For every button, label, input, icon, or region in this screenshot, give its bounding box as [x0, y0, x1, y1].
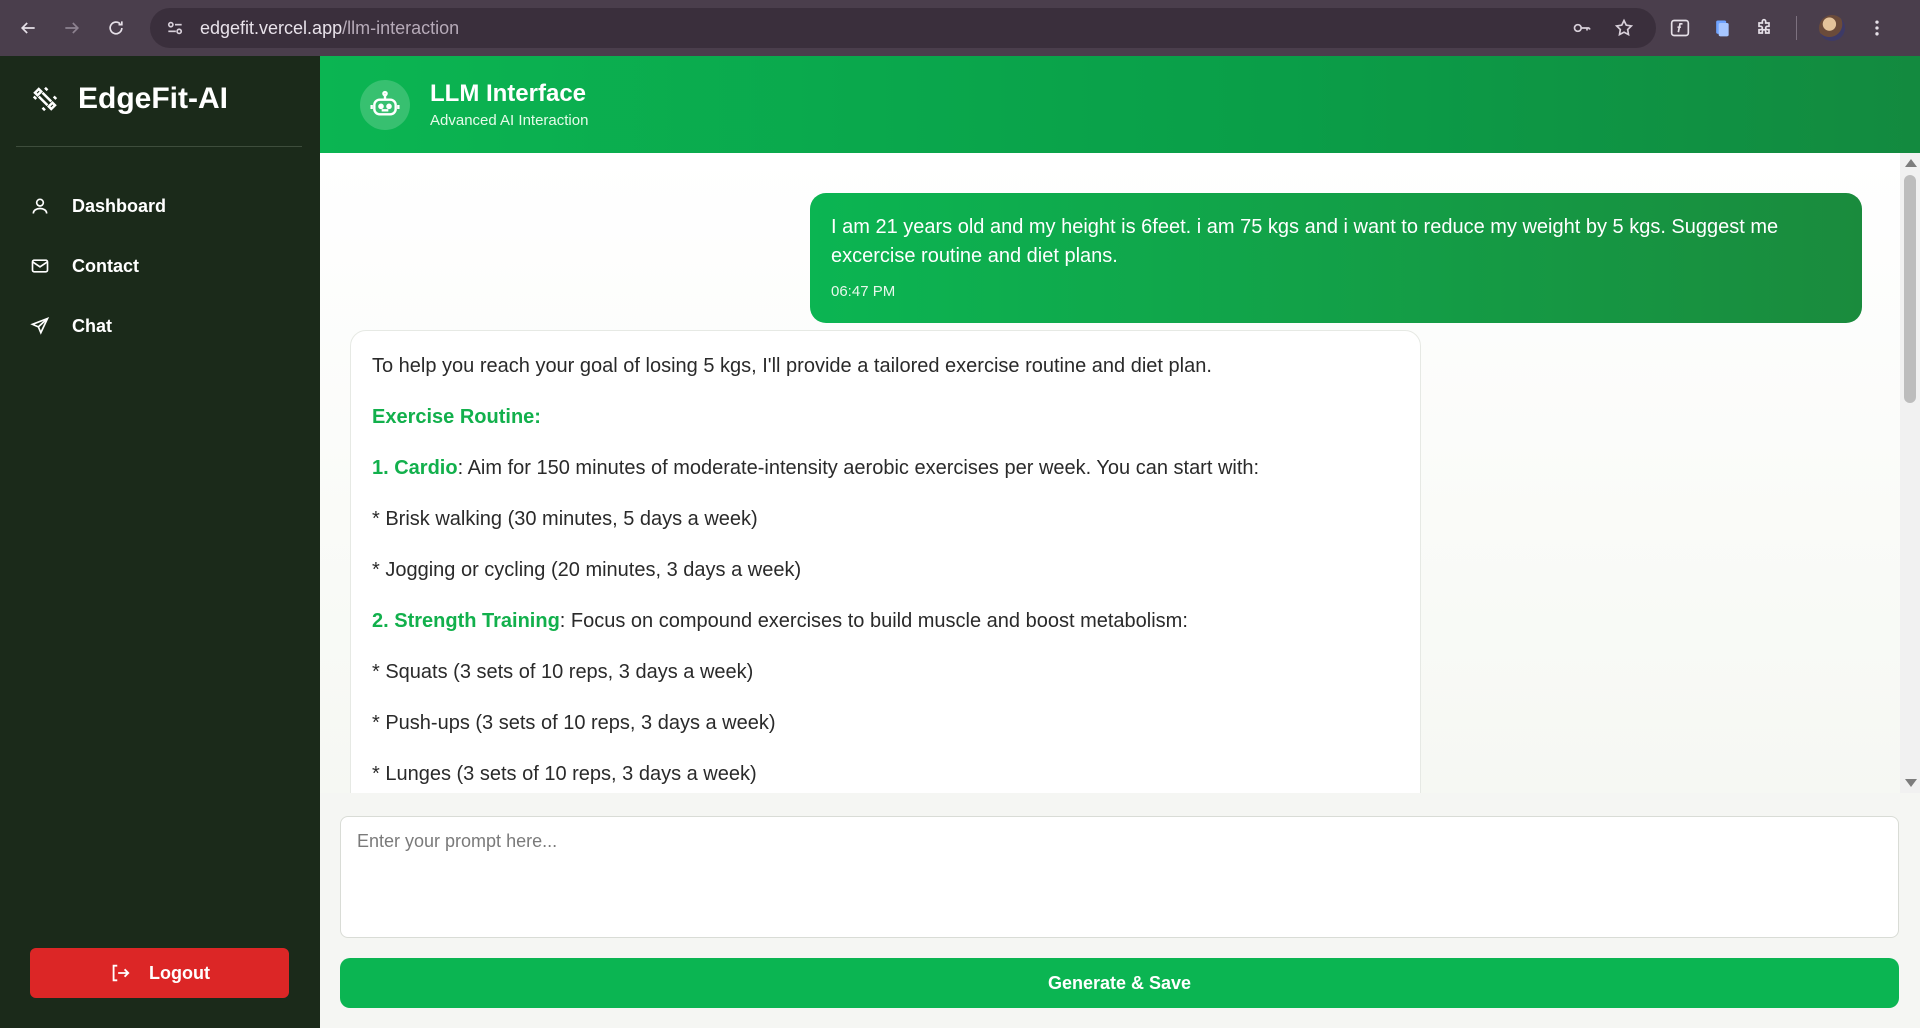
sidebar-divider: [16, 146, 302, 147]
logout-icon: [112, 964, 130, 982]
message-timestamp: 06:47 PM: [831, 283, 896, 300]
sidebar-item-label: Chat: [72, 315, 112, 336]
chat-scrollbar[interactable]: [1900, 153, 1920, 793]
brand-name: EdgeFit-AI: [78, 82, 228, 115]
reload-icon: [109, 21, 123, 35]
ai-intro: To help you reach your goal of losing 5 …: [372, 355, 1212, 377]
arrow-right-icon: [65, 22, 80, 34]
browser-toolbar: edgefit.vercel.app/llm-interaction: [0, 0, 1920, 56]
bullet-item: * Squats (3 sets of 10 reps, 3 days a we…: [372, 661, 754, 683]
scroll-thumb[interactable]: [1904, 175, 1916, 403]
list-item: 1. Cardio: Aim for 150 minutes of modera…: [372, 455, 1399, 481]
page-title: LLM Interface: [430, 80, 587, 107]
main-panel: LLM Interface Advanced AI Interaction I …: [320, 56, 1920, 1028]
page-header: LLM Interface Advanced AI Interaction: [320, 56, 1920, 153]
robot-icon: [370, 90, 400, 116]
sidebar-item-label: Dashboard: [72, 195, 167, 216]
sidebar-item-label: Contact: [72, 255, 139, 276]
list-item-label: 1. Cardio: [372, 457, 458, 479]
url-path: /llm-interaction: [342, 17, 460, 38]
url-host: edgefit.vercel.app: [200, 17, 343, 38]
toolbar-divider: [1796, 16, 1797, 40]
bullet-item: * Jogging or cycling (20 minutes, 3 days…: [372, 559, 802, 581]
bullet-item: * Lunges (3 sets of 10 reps, 3 days a we…: [372, 763, 757, 785]
logout-button[interactable]: Logout: [30, 948, 289, 998]
sidebar-item-contact[interactable]: Contact: [30, 236, 290, 296]
send-icon: [30, 316, 50, 335]
bot-avatar: [360, 79, 410, 130]
bullet-item: * Brisk walking (30 minutes, 5 days a we…: [372, 508, 758, 530]
bullet-item: * Push-ups (3 sets of 10 reps, 3 days a …: [372, 712, 776, 734]
reload-button[interactable]: [94, 6, 138, 50]
puzzle-icon[interactable]: [1754, 18, 1774, 38]
profile-avatar[interactable]: [1819, 15, 1845, 41]
brand[interactable]: EdgeFit-AI: [30, 82, 228, 116]
address-bar[interactable]: edgefit.vercel.app/llm-interaction: [150, 8, 1656, 48]
list-item-text: : Aim for 150 minutes of moderate-intens…: [457, 457, 1260, 479]
font-extension-icon[interactable]: [1670, 18, 1690, 38]
sidebar-item-chat[interactable]: Chat: [30, 296, 290, 356]
generate-save-button[interactable]: Generate & Save: [340, 958, 1899, 1008]
sidebar-nav: Dashboard Contact Chat: [30, 176, 290, 356]
ai-message: To help you reach your goal of losing 5 …: [350, 330, 1421, 793]
user-message-text: I am 21 years old and my height is 6feet…: [831, 216, 1779, 267]
list-item-text: : Focus on compound exercises to build m…: [559, 610, 1188, 632]
list-item-label: 2. Strength Training: [372, 610, 560, 632]
back-button[interactable]: [6, 6, 50, 50]
list-item: 2. Strength Training: Focus on compound …: [372, 608, 1399, 634]
scroll-down-arrow-icon[interactable]: [1905, 779, 1917, 787]
sidebar-item-dashboard[interactable]: Dashboard: [30, 176, 290, 236]
page-subtitle: Advanced AI Interaction: [430, 112, 589, 129]
arrow-left-icon: [20, 22, 35, 34]
user-icon: [32, 198, 48, 214]
key-icon[interactable]: [1572, 18, 1592, 38]
prompt-input[interactable]: [357, 831, 1882, 923]
dumbbell-icon: [32, 86, 58, 112]
app-sidebar: EdgeFit-AI Dashboard Contact Chat Logout: [0, 56, 320, 1028]
logout-label: Logout: [149, 962, 210, 983]
prompt-box: [340, 816, 1899, 938]
site-settings-icon[interactable]: [164, 17, 186, 39]
section-heading: Exercise Routine:: [372, 406, 541, 428]
url-text: edgefit.vercel.app/llm-interaction: [200, 18, 459, 39]
mail-icon: [31, 259, 49, 273]
chat-messages[interactable]: I am 21 years old and my height is 6feet…: [320, 153, 1900, 793]
star-icon[interactable]: [1614, 18, 1634, 38]
browser-menu-icon[interactable]: [1867, 18, 1887, 38]
docs-extension-icon[interactable]: [1712, 18, 1732, 38]
user-message: I am 21 years old and my height is 6feet…: [810, 193, 1862, 323]
forward-button[interactable]: [50, 6, 94, 50]
scroll-up-arrow-icon[interactable]: [1905, 159, 1917, 167]
